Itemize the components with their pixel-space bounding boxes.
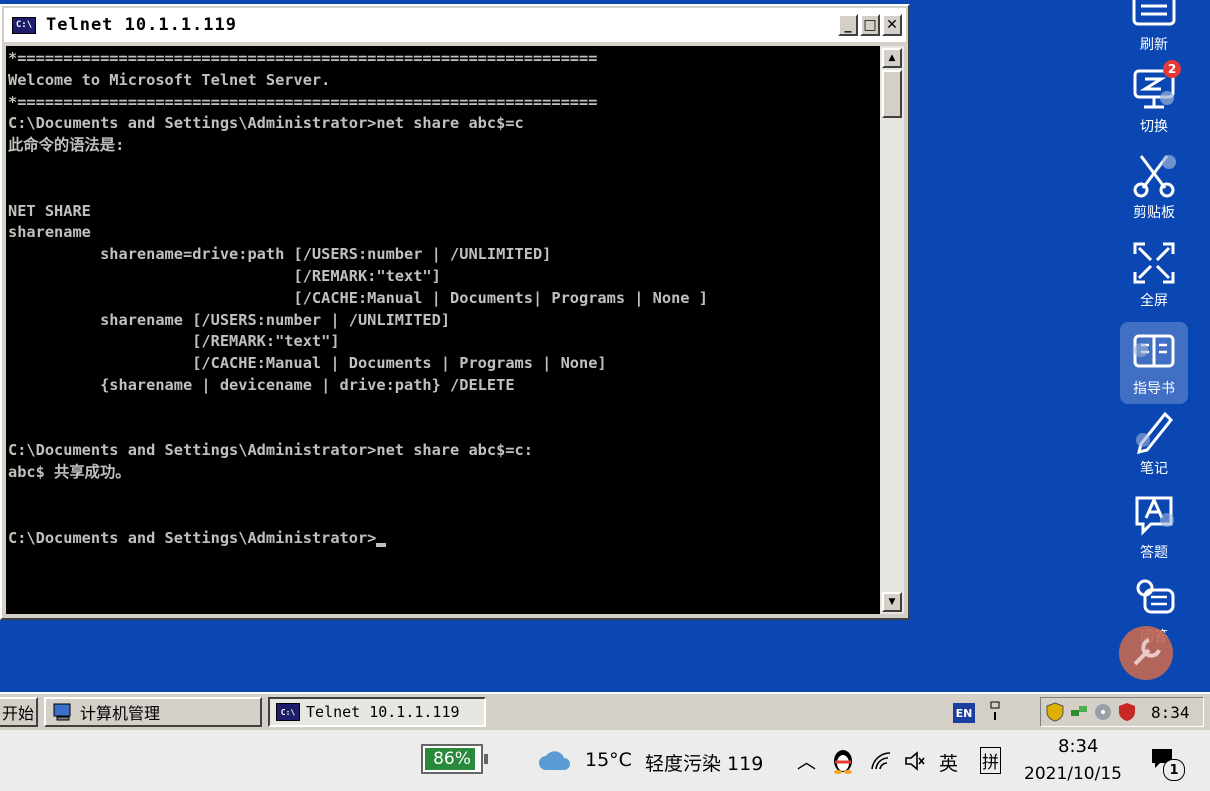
host-date[interactable]: 2021/10/15 [1024, 764, 1122, 784]
console-line: sharename [/USERS:number | /UNLIMITED] [8, 310, 451, 329]
scissors-icon [1131, 152, 1177, 198]
network-icon[interactable] [1069, 702, 1089, 722]
cloud-icon [539, 751, 570, 770]
side-item-clipboard[interactable]: 剪贴板 [1120, 152, 1188, 222]
cd-icon[interactable] [1093, 702, 1113, 722]
task-computer-management[interactable]: 计算机管理 [44, 697, 262, 727]
console-line: [/REMARK:"text"] [8, 332, 340, 351]
qq-penguin-icon[interactable] [832, 748, 854, 774]
scroll-down-button[interactable]: ▼ [882, 592, 902, 612]
answer-icon [1131, 492, 1177, 538]
side-item-label: 指导书 [1133, 381, 1175, 397]
floating-tool-button[interactable] [1119, 626, 1173, 680]
side-item-label: 切换 [1140, 119, 1168, 135]
qa-icon [1131, 576, 1177, 622]
console-icon: C:\ [12, 16, 36, 34]
console-line: sharename [8, 223, 91, 242]
console-line: abc$ 共享成功。 [8, 463, 131, 482]
antivirus-icon[interactable] [1117, 702, 1137, 722]
task-telnet[interactable]: C:\ Telnet 10.1.1.119 [268, 697, 486, 727]
weather-desc[interactable]: 轻度污染 119 [645, 749, 763, 776]
side-item-refresh[interactable]: 刷新 [1120, 0, 1188, 54]
console-line: 此命令的语法是: [8, 136, 125, 155]
side-item-label: 刷新 [1140, 37, 1168, 53]
computer-management-icon [53, 703, 71, 721]
ime-toggle-icon[interactable] [988, 700, 1002, 724]
window-title: Telnet 10.1.1.119 [46, 15, 237, 35]
console-line: [/CACHE:Manual | Documents | Programs | … [8, 354, 607, 373]
side-item-switch[interactable]: 2 切换 [1120, 60, 1188, 136]
maximize-button[interactable]: □ [860, 14, 880, 36]
console-icon: C:\ [276, 703, 300, 721]
security-shield-icon[interactable] [1045, 702, 1065, 722]
book-icon [1131, 328, 1177, 374]
close-button[interactable]: ✕ [882, 14, 902, 36]
wifi-icon[interactable] [870, 751, 892, 771]
notification-count: 1 [1163, 759, 1185, 781]
scroll-up-button[interactable]: ▲ [882, 48, 902, 68]
input-language-indicator[interactable]: EN [953, 703, 975, 723]
console-line: C:\Documents and Settings\Administrator>… [8, 114, 524, 133]
start-label: 开始 [1, 704, 34, 723]
start-button[interactable]: 开始 [0, 697, 38, 727]
remote-clock: 8:34 [1151, 702, 1190, 722]
scroll-thumb[interactable] [882, 70, 902, 118]
side-item-label: 答题 [1140, 545, 1168, 561]
remote-taskbar: 开始 计算机管理 C:\ Telnet 10.1.1.119 EN 8:34 [0, 692, 1210, 730]
task-label: Telnet 10.1.1.119 [306, 703, 460, 721]
ime-language[interactable]: 英 [939, 749, 958, 776]
ime-mode[interactable]: 拼 [980, 747, 1001, 774]
weather-temp[interactable]: 15°C [585, 749, 632, 771]
console-output[interactable]: *=======================================… [6, 46, 880, 614]
minimize-button[interactable]: _ [838, 14, 858, 36]
console-line: NET SHARE [8, 201, 91, 220]
console-prompt: C:\Documents and Settings\Administrator> [8, 528, 377, 547]
side-item-fullscreen[interactable]: 全屏 [1120, 240, 1188, 310]
battery-tip [484, 754, 488, 764]
speaker-muted-icon[interactable] [904, 750, 926, 772]
chevron-up-icon[interactable]: ︿ [797, 747, 816, 774]
fullscreen-icon [1131, 240, 1177, 286]
pencil-icon [1131, 408, 1177, 455]
side-item-notes[interactable]: 笔记 [1120, 408, 1188, 478]
side-item-guidebook[interactable]: 指导书 [1120, 322, 1188, 404]
refresh-icon [1131, 0, 1177, 30]
wrench-icon [1133, 638, 1161, 666]
task-label: 计算机管理 [80, 704, 161, 723]
text-cursor [376, 542, 387, 547]
battery-indicator[interactable]: 86% [421, 744, 488, 774]
console-line: sharename=drive:path [/USERS:number | /U… [8, 245, 552, 264]
side-item-label: 笔记 [1140, 461, 1168, 477]
system-tray: 8:34 [1040, 697, 1204, 727]
host-time[interactable]: 8:34 [1058, 736, 1098, 757]
side-item-answer[interactable]: 答题 [1120, 492, 1188, 562]
vertical-scrollbar[interactable]: ▲ ▼ [880, 46, 904, 614]
console-line: [/REMARK:"text"] [8, 266, 441, 285]
host-taskbar: 86% 15°C 轻度污染 119 ︿ 英 拼 8:34 2021/10/15 … [0, 730, 1210, 791]
notification-badge: 2 [1163, 60, 1181, 78]
telnet-window[interactable]: C:\ Telnet 10.1.1.119 _ □ ✕ *===========… [0, 4, 910, 620]
console-line: C:\Documents and Settings\Administrator>… [8, 441, 533, 460]
battery-label: 86% [433, 749, 471, 769]
console-line: *=======================================… [8, 92, 598, 111]
side-item-label: 全屏 [1140, 293, 1168, 309]
console-line: Welcome to Microsoft Telnet Server. [8, 70, 331, 89]
title-bar[interactable]: C:\ Telnet 10.1.1.119 _ □ ✕ [4, 8, 906, 42]
console-line: [/CACHE:Manual | Documents| Programs | N… [8, 288, 708, 307]
side-item-label: 剪贴板 [1133, 205, 1175, 221]
switch-screen-icon: 2 [1131, 60, 1181, 112]
console-line: *=======================================… [8, 49, 598, 67]
console-line: {sharename | devicename | drive:path} /D… [8, 375, 515, 394]
